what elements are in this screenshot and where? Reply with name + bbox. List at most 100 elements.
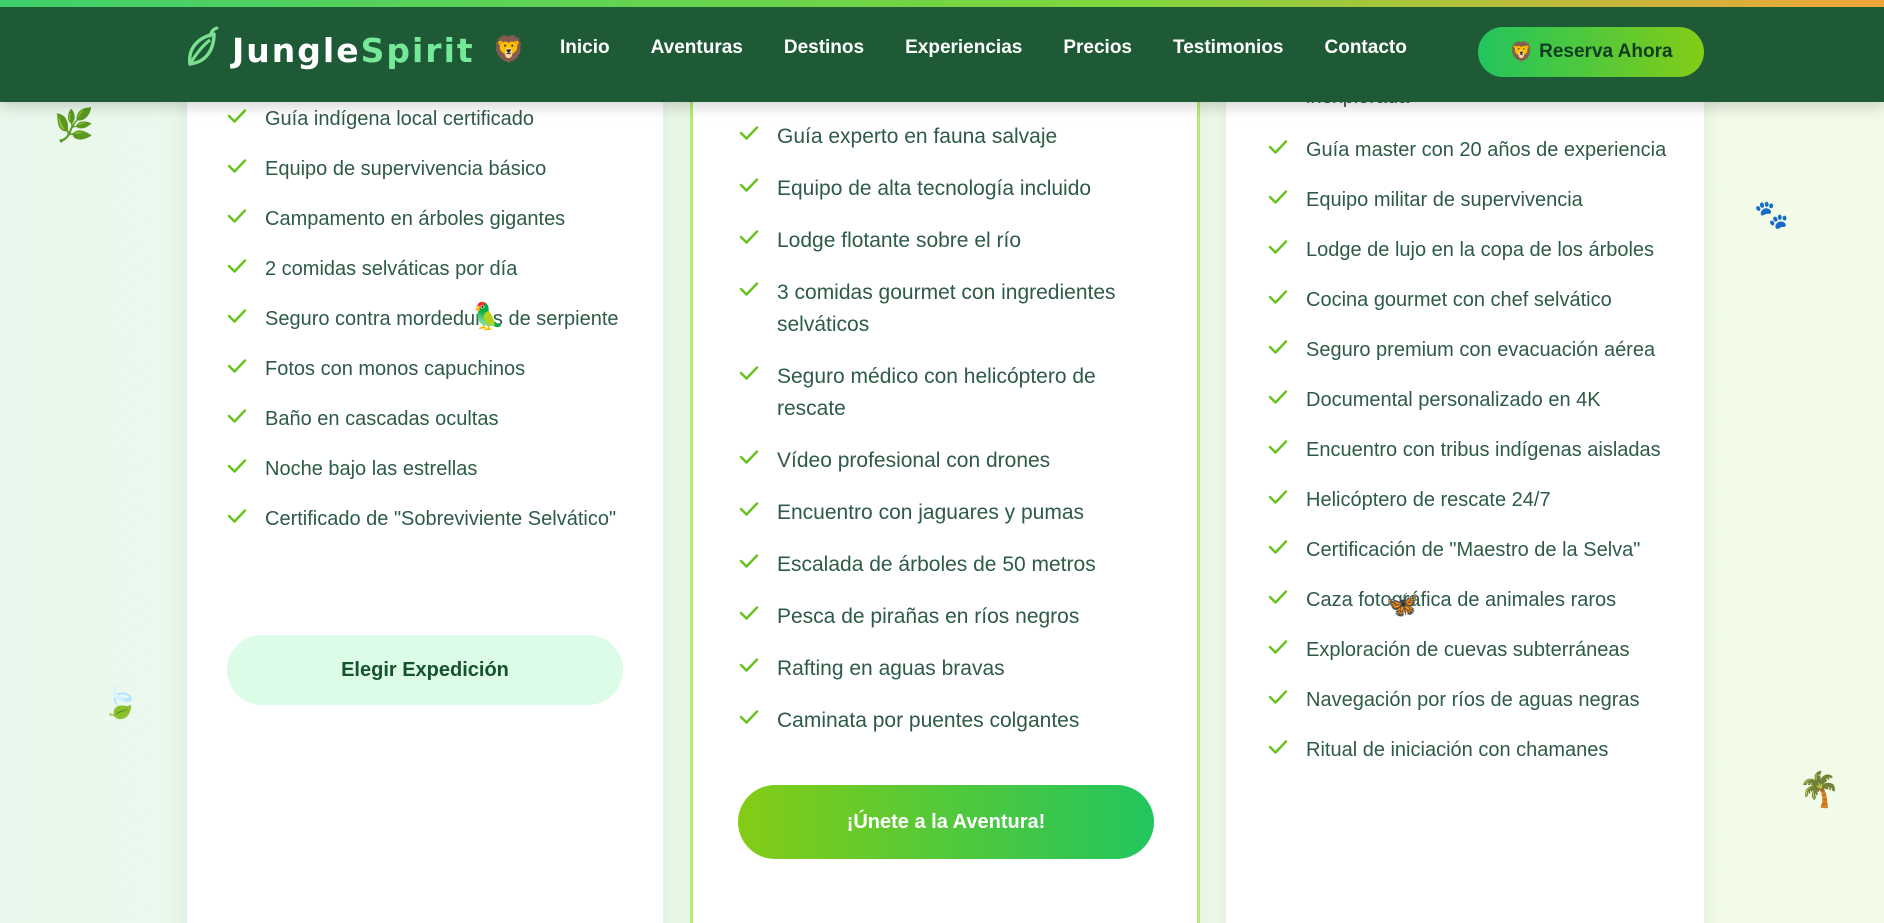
nav-link-experiencias[interactable]: Experiencias [905,37,1022,59]
check-icon [1268,190,1288,204]
check-icon [739,366,759,380]
check-icon [227,359,247,373]
feature-label: Equipo de supervivencia básico [265,158,547,180]
brand-name-part1: Jungle [232,30,361,70]
feature-label: Guía experto en fauna salvaje [777,125,1058,148]
feature-label: Helicóptero de rescate 24/7 [1306,489,1551,511]
feature-label: Seguro médico con helicóptero de rescate [777,365,1096,420]
check-icon [1268,140,1288,154]
check-icon [227,409,247,423]
feature-label: Campamento en árboles gigantes [265,208,566,230]
check-icon [739,450,759,464]
pricing-card-basic: Guía indígena local certificado Equipo d… [187,60,663,923]
check-icon [1268,540,1288,554]
feature-label: Fotos con monos capuchinos [265,358,526,380]
feature-item: 3 comidas gourmet con ingredientes selvá… [739,277,1159,341]
brand-logo[interactable]: JungleSpirit 🦁 [184,25,525,75]
nav-link-aventuras[interactable]: Aventuras [651,37,743,59]
feature-item: Vídeo profesional con drones [739,445,1159,477]
feature-item: Lodge flotante sobre el río [739,225,1159,257]
feature-item: Encuentro con tribus indígenas aisladas [1268,435,1688,465]
site-header: JungleSpirit 🦁 Inicio Aventuras Destinos… [0,7,1884,102]
main-nav: Inicio Aventuras Destinos Experiencias P… [560,37,1407,59]
feature-label: 2 comidas selváticas por día [265,258,518,280]
feature-label: Caminata por puentes colgantes [777,709,1080,732]
palm-tree-icon: 🌴 [1798,770,1841,810]
check-icon [1268,690,1288,704]
butterfly-icon: 🦋 [1386,590,1419,620]
feature-item: Guía experto en fauna salvaje [739,121,1159,153]
feature-label: Guía master con 20 años de experiencia [1306,139,1667,161]
check-icon [1268,240,1288,254]
feature-label: Equipo militar de supervivencia [1306,189,1583,211]
feature-label: Rafting en aguas bravas [777,657,1005,680]
feature-item: Encuentro con jaguares y pumas [739,497,1159,529]
check-icon [227,109,247,123]
feature-label: Caza fotográfica de animales raros [1306,589,1617,611]
nav-link-inicio[interactable]: Inicio [560,37,610,59]
check-icon [739,178,759,192]
check-icon [227,259,247,273]
reserve-now-button[interactable]: 🦁 Reserva Ahora [1478,27,1704,77]
feature-item: Baño en cascadas ocultas [227,404,627,434]
feature-item: Caminata por puentes colgantes [739,705,1159,737]
top-gradient-stripe [0,0,1884,7]
feature-item: Fotos con monos capuchinos [227,354,627,384]
nav-link-destinos[interactable]: Destinos [784,37,864,59]
brand-name-part2: Spirit [360,30,475,70]
check-icon [227,509,247,523]
feature-item: Equipo de alta tecnología incluido [739,173,1159,205]
check-icon [739,502,759,516]
feature-label: Lodge flotante sobre el río [777,229,1022,252]
check-icon [1268,640,1288,654]
feature-label: Navegación por ríos de aguas negras [1306,689,1640,711]
feature-label: Exploración de cuevas subterráneas [1306,639,1630,661]
herb-icon: 🌿 [54,106,94,144]
nav-link-contacto[interactable]: Contacto [1325,37,1407,59]
feature-item: Guía indígena local certificado [227,104,627,134]
check-icon [227,209,247,223]
feature-label: Pesca de pirañas en ríos negros [777,605,1080,628]
brand-name: JungleSpirit [232,31,475,70]
join-adventure-button[interactable]: ¡Únete a la Aventura! [738,785,1154,859]
feature-item: Certificado de "Sobreviviente Selvático" [227,504,627,534]
feature-item: Helicóptero de rescate 24/7 [1268,485,1688,515]
feature-item: Equipo de supervivencia básico [227,154,627,184]
check-icon [1268,490,1288,504]
feature-label: Certificación de "Maestro de la Selva" [1306,539,1641,561]
feature-item: Pesca de pirañas en ríos negros [739,601,1159,633]
feature-item: 2 comidas selváticas por día [227,254,627,284]
check-icon [739,230,759,244]
check-icon [1268,390,1288,404]
check-icon [227,159,247,173]
lion-icon: 🦁 [492,35,526,65]
check-icon [1268,740,1288,754]
check-icon [739,126,759,140]
feature-item: Campamento en árboles gigantes [227,204,627,234]
feature-label: Certificado de "Sobreviviente Selvático" [265,508,617,530]
feature-item: Navegación por ríos de aguas negras [1268,685,1688,715]
feature-label: Seguro premium con evacuación aérea [1306,339,1656,361]
nav-link-precios[interactable]: Precios [1063,37,1132,59]
lion-icon: 🦁 [1509,42,1534,63]
leaf-icon: 🍃 [102,686,140,721]
check-icon [227,459,247,473]
check-icon [739,282,759,296]
feature-item: Rafting en aguas bravas [739,653,1159,685]
feature-list: Guía experto en fauna salvaje Equipo de … [739,121,1159,757]
feature-label: Encuentro con jaguares y pumas [777,501,1085,524]
pricing-card-featured: Guía experto en fauna salvaje Equipo de … [690,40,1200,923]
check-icon [1268,340,1288,354]
feature-list: Guía master con 20 años de experiencia E… [1268,135,1688,785]
reserve-now-label: Reserva Ahora [1539,41,1673,62]
feature-label: Vídeo profesional con drones [777,449,1051,472]
feature-label: Equipo de alta tecnología incluido [777,177,1092,200]
feature-item: Ritual de iniciación con chamanes [1268,735,1688,765]
feature-label: Lodge de lujo en la copa de los árboles [1306,239,1655,261]
feature-item: Escalada de árboles de 50 metros [739,549,1159,581]
check-icon [739,658,759,672]
feature-item: Certificación de "Maestro de la Selva" [1268,535,1688,565]
check-icon [739,606,759,620]
nav-link-testimonios[interactable]: Testimonios [1173,37,1284,59]
choose-expedition-button[interactable]: Elegir Expedición [227,635,623,705]
